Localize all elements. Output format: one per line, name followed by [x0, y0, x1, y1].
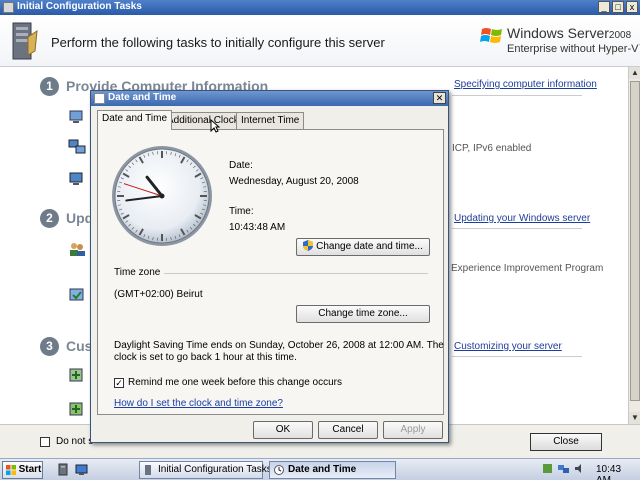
time-label: Time:	[229, 206, 254, 217]
users-icon	[70, 243, 85, 256]
start-button[interactable]: Start	[2, 461, 43, 479]
show-desktop-quicklaunch-icon[interactable]	[75, 463, 88, 476]
windows-server-edition: Enterprise without Hyper-V™	[507, 43, 640, 55]
network-tray-icon[interactable]	[558, 463, 569, 474]
maximize-icon[interactable]: □	[612, 1, 624, 13]
main-window-title: Initial Configuration Tasks	[17, 1, 142, 12]
taskbar-initial-configuration[interactable]: Initial Configuration Tasks	[139, 461, 272, 479]
computer-info-icon	[69, 110, 83, 123]
date-value: Wednesday, August 20, 2008	[229, 176, 359, 187]
tab-internet-time[interactable]: Internet Time	[236, 112, 305, 129]
change-date-label: Change date and time...	[316, 241, 423, 252]
network-icon	[68, 139, 86, 154]
divider	[452, 356, 582, 357]
start-label: Start	[18, 464, 42, 475]
step-3-title: Cus	[66, 338, 93, 354]
time-zone-label: Time zone	[114, 267, 161, 278]
updates-icon	[69, 288, 84, 301]
taskbar-initial-config-label: Initial Configuration Tasks	[158, 464, 272, 475]
add-roles-icon	[69, 368, 83, 382]
windows-server-logo: Windows Server2008 Enterprise without Hy…	[480, 21, 640, 61]
dont-show-label: Do not s	[56, 436, 94, 447]
dialog-titlebar[interactable]: Date and Time ✕	[91, 91, 448, 106]
divider	[452, 228, 582, 229]
computer-name-icon	[69, 172, 83, 185]
close-button[interactable]: Close	[530, 433, 602, 451]
remind-checkbox[interactable]: ✓	[114, 378, 124, 388]
mouse-cursor-icon	[210, 119, 220, 133]
scroll-thumb[interactable]	[630, 81, 640, 401]
main-scrollbar[interactable]: ▲ ▼	[628, 67, 640, 424]
step-3-badge: 3	[40, 337, 59, 356]
dialog-close-icon[interactable]: ✕	[433, 92, 446, 104]
server-icon	[12, 22, 38, 60]
date-and-time-dialog: Date and Time ✕ Date and Time Additional…	[90, 90, 449, 443]
customizing-server-link[interactable]: Customizing your server	[454, 341, 562, 352]
windows-server-name: Windows Server2008	[507, 25, 632, 41]
change-time-zone-button[interactable]: Change time zone...	[296, 305, 430, 323]
window-icon	[3, 2, 14, 13]
step-1-badge: 1	[40, 77, 59, 96]
date-time-tab-panel: Date: Wednesday, August 20, 2008 Time: 1…	[97, 129, 444, 415]
uac-shield-icon	[303, 240, 314, 251]
dont-show-checkbox[interactable]	[40, 437, 50, 447]
main-titlebar[interactable]: Initial Configuration Tasks _ □ x	[0, 0, 640, 15]
ceip-text: Experience Improvement Program	[451, 263, 604, 274]
taskbar-date-time-label: Date and Time	[288, 464, 357, 475]
remind-label: Remind me one week before this change oc…	[128, 377, 343, 388]
main-header: Perform the following tasks to initially…	[0, 15, 640, 67]
apply-button[interactable]: Apply	[383, 421, 443, 439]
dst-info-line-2: clock is set to go back 1 hour at this t…	[114, 352, 297, 363]
change-date-and-time-button[interactable]: Change date and time...	[296, 238, 430, 256]
system-tray: 10:43 AM	[536, 460, 638, 480]
specifying-computer-info-link[interactable]: Specifying computer information	[454, 79, 597, 90]
cancel-button[interactable]: Cancel	[318, 421, 378, 439]
tab-date-and-time[interactable]: Date and Time	[97, 110, 173, 130]
add-features-icon	[69, 402, 83, 416]
clock-help-link[interactable]: How do I set the clock and time zone?	[114, 398, 283, 409]
time-zone-value: (GMT+02:00) Beirut	[114, 289, 203, 300]
minimize-icon[interactable]: _	[598, 1, 610, 13]
taskbar-date-and-time[interactable]: Date and Time	[269, 461, 396, 479]
step-2-badge: 2	[40, 209, 59, 228]
taskbar: Start Initial Configuration Tasks Date a…	[0, 458, 640, 480]
dst-info-line-1: Daylight Saving Time ends on Sunday, Oct…	[114, 340, 444, 351]
initial-config-task-icon	[145, 465, 151, 475]
dialog-title: Date and Time	[108, 92, 177, 103]
time-value: 10:43:48 AM	[229, 222, 286, 233]
notification-icon[interactable]	[542, 463, 553, 474]
analog-clock-icon	[112, 146, 212, 246]
divider	[452, 95, 582, 96]
server-manager-quicklaunch-icon[interactable]	[57, 463, 70, 476]
tray-clock[interactable]: 10:43 AM	[596, 464, 638, 480]
close-window-icon[interactable]: x	[626, 1, 638, 13]
scroll-up-icon[interactable]: ▲	[629, 67, 640, 79]
start-flag-icon	[6, 465, 16, 475]
windows-flag-icon	[480, 28, 502, 43]
header-task-text: Perform the following tasks to initially…	[51, 35, 385, 50]
time-zone-divider	[164, 273, 428, 274]
scroll-down-icon[interactable]: ▼	[629, 412, 640, 424]
windows-server-year: 2008	[608, 30, 632, 41]
volume-icon[interactable]	[574, 463, 585, 474]
ok-button[interactable]: OK	[253, 421, 313, 439]
ipv6-status-text: ICP, IPv6 enabled	[452, 143, 532, 154]
updating-windows-server-link[interactable]: Updating your Windows server	[454, 213, 590, 224]
date-label: Date:	[229, 160, 253, 171]
date-time-task-icon	[274, 465, 284, 475]
clock-window-icon	[94, 93, 105, 104]
